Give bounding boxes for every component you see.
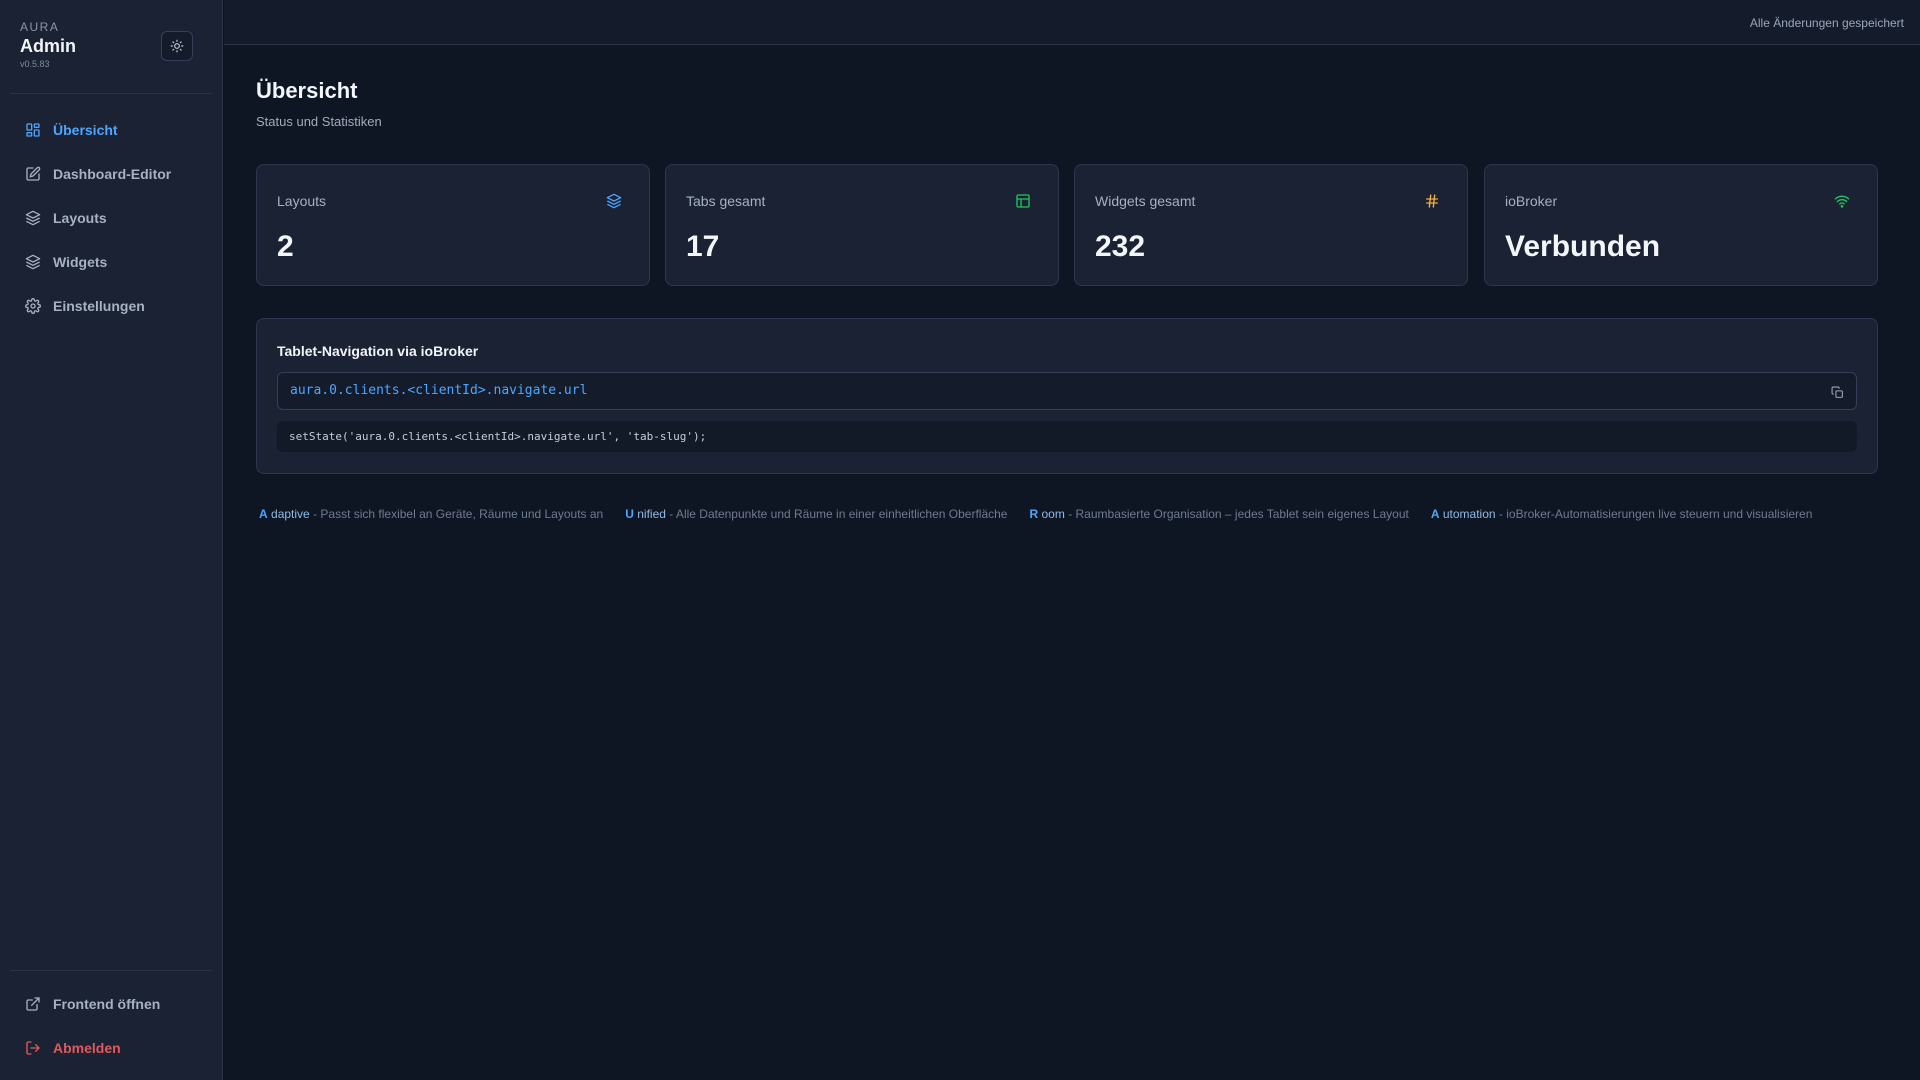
page-title: Übersicht [256,78,358,103]
tagline-letter: A [1430,507,1440,521]
example-code-block: setState('aura.0.clients.<clientId>.navi… [277,421,1857,452]
tagline-item: U nified - Alle Datenpunkte und Räume in… [625,507,1007,521]
stat-value: Verbunden [1505,230,1661,263]
brand: AURA Admin v0.5.83 [20,20,76,69]
state-path[interactable]: aura.0.clients.<clientId>.navigate.url [290,383,587,398]
grid-icon [24,121,42,139]
external-link-icon [24,995,42,1013]
tagline-item: R oom - Raumbasierte Organisation – jede… [1029,507,1408,521]
brand-version: v0.5.83 [20,59,50,69]
stat-card-iobroker: ioBroker Verbunden [1484,164,1878,286]
stat-label: Tabs gesamt [686,193,766,209]
sidebar-item-uebersicht[interactable]: Übersicht [0,108,222,152]
sidebar-item-layouts[interactable]: Layouts [0,196,222,240]
stat-label: ioBroker [1505,193,1558,209]
tagline-text: - Passt sich flexibel an Geräte, Räume u… [313,507,604,521]
logout-button[interactable]: Abmelden [0,1026,222,1070]
panel-title: Tablet-Navigation via ioBroker [277,343,479,359]
wifi-icon [1833,192,1851,210]
page-subtitle: Status und Statistiken [256,114,382,129]
hash-icon [1423,192,1441,210]
tablet-navigation-panel: Tablet-Navigation via ioBroker aura.0.cl… [256,318,1878,474]
tagline-word: oom [1041,507,1065,521]
tagline-word: daptive [271,507,310,521]
tagline-item: A daptive - Passt sich flexibel an Gerät… [259,507,603,521]
brand-kicker: AURA [20,20,60,34]
stats-cards: Layouts 2 Tabs gesamt 17 Widgets gesamt … [256,164,1878,286]
tagline-item: A utomation - ioBroker-Automatisierungen… [1431,507,1813,521]
theme-toggle-button[interactable] [161,31,193,61]
tagline-word: utomation [1442,507,1496,521]
logout-icon [24,1039,42,1057]
copy-icon [1831,386,1843,398]
sun-icon [170,39,184,53]
brand-title: Admin [20,36,76,56]
save-status: Alle Änderungen gespeichert [1749,16,1904,30]
stat-card-layouts: Layouts 2 [256,164,650,286]
sidebar-item-label: Frontend öffnen [53,996,161,1012]
state-path-box: aura.0.clients.<clientId>.navigate.url [277,372,1857,410]
stat-card-widgets: Widgets gesamt 232 [1074,164,1468,286]
tagline-word: nified [637,507,666,521]
sidebar-item-label: Abmelden [53,1040,121,1056]
tagline-text: - Alle Datenpunkte und Räume in einer ei… [669,507,1008,521]
sidebar-bottom-nav: Frontend öffnen Abmelden [0,982,222,1070]
stat-card-tabs: Tabs gesamt 17 [665,164,1059,286]
sidebar-item-einstellungen[interactable]: Einstellungen [0,284,222,328]
tagline-text: - Raumbasierte Organisation – jedes Tabl… [1068,507,1409,521]
stat-label: Layouts [277,193,327,209]
stat-value: 17 [686,230,720,263]
sidebar-item-dashboard-editor[interactable]: Dashboard-Editor [0,152,222,196]
sidebar-divider [10,93,212,94]
stat-label: Widgets gesamt [1095,193,1196,209]
stat-value: 232 [1095,230,1146,263]
tagline-text: - ioBroker-Automatisierungen live steuer… [1498,507,1813,521]
layers-icon [24,253,42,271]
frontend-open-link[interactable]: Frontend öffnen [0,982,222,1026]
layers-icon [605,192,623,210]
sidebar: AURA Admin v0.5.83 Übersicht Dashboard-E… [0,0,223,1080]
copy-button[interactable] [1828,383,1846,401]
tagline-letter: R [1029,507,1039,521]
sidebar-item-label: Layouts [53,210,107,226]
example-code: setState('aura.0.clients.<clientId>.navi… [289,430,707,443]
topbar: Alle Änderungen gespeichert [224,0,1920,45]
sidebar-divider [10,970,212,971]
tagline-letter: U [625,507,634,521]
sidebar-nav: Übersicht Dashboard-Editor Layouts Widge… [0,108,222,328]
sidebar-item-label: Widgets [53,254,108,270]
sidebar-item-label: Dashboard-Editor [53,166,172,182]
sidebar-item-widgets[interactable]: Widgets [0,240,222,284]
tagline-letter: A [259,507,268,521]
edit-icon [24,165,42,183]
sidebar-item-label: Einstellungen [53,298,145,314]
tagline: A daptive - Passt sich flexibel an Gerät… [259,507,1834,521]
stat-value: 2 [277,230,294,263]
layers-icon [24,209,42,227]
gear-icon [24,297,42,315]
sidebar-item-label: Übersicht [53,122,118,138]
table-icon [1014,192,1032,210]
